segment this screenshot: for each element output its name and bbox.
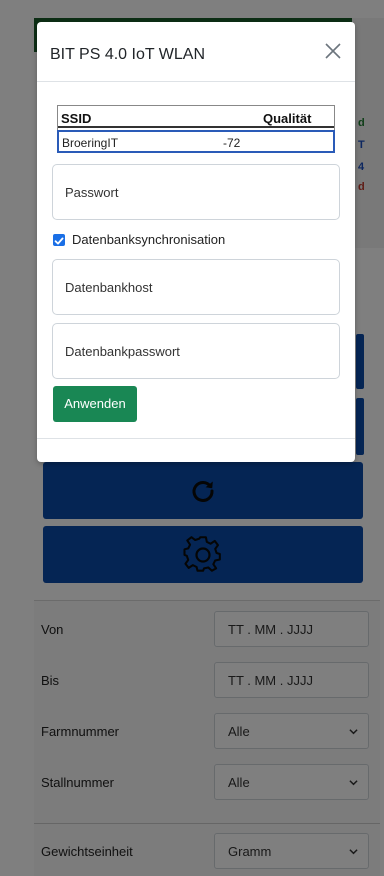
db-sync-label: Datenbanksynchronisation [72, 232, 226, 247]
ssid-cell: BroeringIT [62, 136, 119, 150]
quality-cell: -72 [223, 136, 241, 150]
password-input[interactable]: Passwort [52, 164, 340, 220]
close-icon[interactable] [324, 42, 342, 60]
table-header: SSID Qualität [58, 106, 334, 128]
wifi-network-table: SSID Qualität BroeringIT -72 [57, 105, 335, 153]
db-password-input[interactable]: Datenbankpasswort [52, 323, 340, 379]
quality-column-header: Qualität [263, 111, 312, 126]
db-host-input[interactable]: Datenbankhost [52, 259, 340, 315]
modal-title: BIT PS 4.0 IoT WLAN [50, 46, 206, 63]
wlan-settings-modal: BIT PS 4.0 IoT WLAN SSID Qualität Broeri… [37, 22, 355, 462]
db-sync-checkbox[interactable]: Datenbanksynchronisation [53, 231, 333, 249]
table-row[interactable]: BroeringIT -72 [57, 130, 335, 153]
ssid-column-header: SSID [61, 111, 92, 126]
modal-footer-divider [37, 438, 355, 439]
checkbox-checked-icon [53, 234, 65, 246]
apply-button[interactable]: Anwenden [53, 386, 137, 422]
modal-header: BIT PS 4.0 IoT WLAN [37, 22, 355, 82]
